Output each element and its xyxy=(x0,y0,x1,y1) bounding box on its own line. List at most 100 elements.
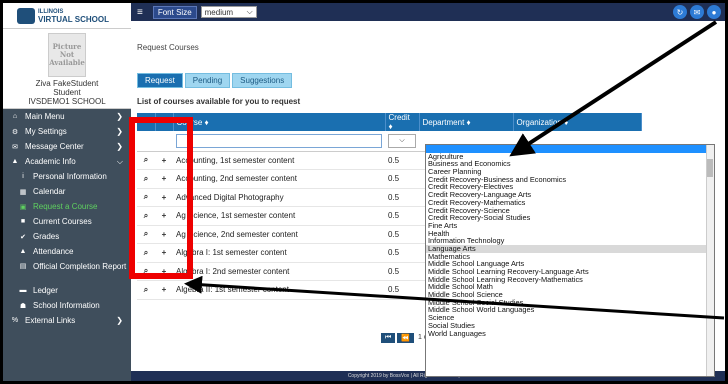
sidebar-nav: ⌂ Main Menu ❯ ⚙ My Settings ❯ ✉ Message Center ❯… xyxy=(3,109,131,328)
sidebar-item-label: Request a Course xyxy=(33,202,98,211)
prev-page-button[interactable]: ⏪ xyxy=(397,333,415,343)
sidebar-item-grades[interactable]: ✔ Grades xyxy=(3,229,131,244)
home-icon: ⌂ xyxy=(12,113,18,120)
annotation-highlight-box xyxy=(129,117,193,279)
sidebar-item-label: My Settings xyxy=(25,127,67,136)
refresh-icon[interactable]: ↻ xyxy=(673,5,687,19)
plus-square-icon: ▣ xyxy=(19,203,27,211)
hamburger-menu-icon[interactable]: ≡ xyxy=(137,7,143,18)
course-name: Ag Science, 1st semester content xyxy=(173,206,385,226)
tab-suggestions[interactable]: Suggestions xyxy=(232,73,293,88)
sidebar-item-main-menu[interactable]: ⌂ Main Menu ❯ xyxy=(3,109,131,124)
avatar: Picture Not Available xyxy=(48,33,86,77)
course-name: Ag Science, 2nd semester content xyxy=(173,225,385,244)
credit-filter-select[interactable]: ⌵ xyxy=(388,133,416,148)
list-heading: List of courses available for you to req… xyxy=(137,97,301,106)
course-credit: 0.5 xyxy=(385,280,419,300)
course-name: Accounting, 2nd semester content xyxy=(173,169,385,189)
logo-mark-icon xyxy=(17,7,35,24)
user-icon[interactable]: ● xyxy=(707,5,721,19)
document-icon: ▤ xyxy=(19,263,27,270)
student-role: Student xyxy=(53,88,81,97)
course-credit: 0.5 xyxy=(385,206,419,226)
sidebar-item-label: Attendance xyxy=(33,247,74,256)
sidebar-item-label: Current Courses xyxy=(33,217,92,226)
sidebar-item-my-settings[interactable]: ⚙ My Settings ❯ xyxy=(3,124,131,139)
chevron-icon: ❯ xyxy=(116,112,123,121)
sidebar-item-label: Main Menu xyxy=(25,112,65,121)
dropdown-scrollbar[interactable] xyxy=(706,145,714,376)
sidebar-item-message-center[interactable]: ✉ Message Center ❯ xyxy=(3,139,131,154)
dropdown-option[interactable]: World Languages xyxy=(426,329,714,338)
tab-request[interactable]: Request xyxy=(137,73,183,88)
scrollbar-thumb[interactable] xyxy=(707,159,713,177)
top-bar: ≡ Font Size medium ⌵ ↻ ✉ ● xyxy=(131,3,725,21)
graduation-cap-icon: ▲ xyxy=(11,158,19,165)
sidebar-item-label: Message Center xyxy=(25,142,84,151)
sidebar-item-request-a-course[interactable]: ▣ Request a Course xyxy=(3,199,131,214)
sidebar-item-official-completion-report[interactable]: ▤ Official Completion Report xyxy=(3,259,131,283)
link-icon: % xyxy=(11,317,19,324)
sidebar-item-attendance[interactable]: ▲ Attendance xyxy=(3,244,131,259)
course-credit: 0.5 xyxy=(385,262,419,281)
column-header-credit[interactable]: Credit ♦ xyxy=(385,113,420,131)
font-size-value: medium xyxy=(204,7,234,17)
sidebar-item-label: Academic Info xyxy=(25,157,76,166)
column-header-course[interactable]: Course ♦ xyxy=(173,113,386,131)
column-header-organization[interactable]: Organization ♦ xyxy=(513,113,642,131)
sidebar-item-personal-information[interactable]: i Personal Information xyxy=(3,169,131,184)
mail-icon[interactable]: ✉ xyxy=(690,5,704,19)
course-filter-input[interactable] xyxy=(176,133,382,148)
logo-line-2: VIRTUAL SCHOOL xyxy=(38,14,109,24)
bell-icon: ▲ xyxy=(19,248,27,255)
course-name: Algebra I: 1st semester content xyxy=(173,243,385,263)
chevron-down-icon: ⌵ xyxy=(246,7,253,16)
sidebar-item-school-information[interactable]: ☗ School Information xyxy=(3,298,131,313)
sidebar-item-academic-info[interactable]: ▲ Academic Info ⌵ xyxy=(3,154,131,169)
sidebar-item-label: External Links xyxy=(25,316,76,325)
school-logo[interactable]: ILLINOIS VIRTUAL SCHOOL xyxy=(3,3,131,29)
add-course-icon[interactable]: + xyxy=(155,280,173,300)
school-name: IVSDEMO1 SCHOOL xyxy=(28,97,106,106)
dropdown-option[interactable]: Credit Recovery-Social Studies xyxy=(426,214,714,222)
course-credit: 0.5 xyxy=(385,188,419,207)
dropdown-option[interactable] xyxy=(426,145,714,153)
course-credit: 0.5 xyxy=(385,225,419,244)
tab-pending[interactable]: Pending xyxy=(184,73,231,88)
dropdown-option[interactable]: Fine Arts xyxy=(426,222,714,230)
font-size-label: Font Size xyxy=(152,5,197,19)
square-icon: ■ xyxy=(20,218,26,225)
gear-icon: ⚙ xyxy=(11,128,19,136)
info-icon: i xyxy=(22,173,24,180)
top-icons: ↻ ✉ ● xyxy=(673,5,721,19)
table-header-row: Course ♦ Credit ♦ Department ♦ Organizat… xyxy=(137,113,642,131)
chevron-icon: ⌵ xyxy=(116,156,123,166)
sidebar-item-ledger[interactable]: ▬ Ledger xyxy=(3,283,131,298)
tab-bar: Request Pending Suggestions xyxy=(137,73,293,88)
column-header-department[interactable]: Department ♦ xyxy=(419,113,514,131)
page-title: Request Courses xyxy=(137,43,199,52)
check-icon: ✔ xyxy=(20,233,26,241)
chevron-icon: ❯ xyxy=(116,127,123,136)
view-course-icon[interactable]: ⌕ xyxy=(137,280,155,300)
chevron-icon: ❯ xyxy=(116,316,123,325)
building-icon: ☗ xyxy=(19,302,27,310)
student-name: Ziva FakeStudent xyxy=(35,79,99,88)
sidebar-item-label: Personal Information xyxy=(33,172,107,181)
sidebar-item-external-links[interactable]: % External Links ❯ xyxy=(3,313,131,328)
first-page-button[interactable]: ⏮ xyxy=(381,333,396,343)
course-credit: 0.5 xyxy=(385,151,419,170)
sidebar-item-calendar[interactable]: ▦ Calendar xyxy=(3,184,131,199)
department-dropdown-list[interactable]: Agriculture Business and Economics Career … xyxy=(425,144,715,377)
profile-card: Picture Not Available Ziva FakeStudent S… xyxy=(3,29,131,109)
sidebar-item-current-courses[interactable]: ■ Current Courses xyxy=(3,214,131,229)
chevron-icon: ❯ xyxy=(116,142,123,151)
sidebar-item-label: Official Completion Report xyxy=(33,262,127,271)
course-name: Accounting, 1st semester content xyxy=(173,151,385,170)
course-name: Algebra I: 2nd semester content xyxy=(173,262,385,281)
course-credit: 0.5 xyxy=(385,169,419,189)
font-size-select[interactable]: medium ⌵ xyxy=(200,6,257,18)
sidebar-item-label: Calendar xyxy=(33,187,66,196)
course-name: Algebra II: 1st semester content xyxy=(173,280,385,300)
dropdown-option[interactable]: Middle School World Languages xyxy=(426,306,714,314)
